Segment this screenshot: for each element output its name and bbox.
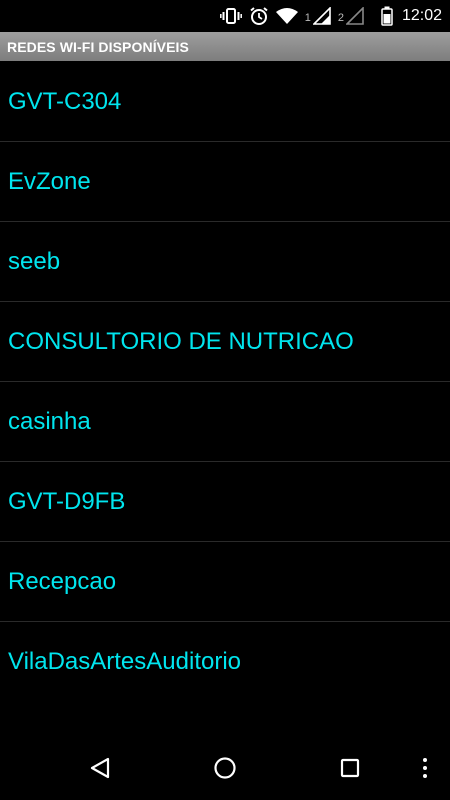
network-ssid: CONSULTORIO DE NUTRICAO	[8, 327, 354, 355]
clock: 12:02	[401, 7, 442, 24]
title-bar: REDES WI-FI DISPONÍVEIS	[0, 32, 450, 61]
recents-icon	[340, 758, 360, 778]
home-button[interactable]	[205, 748, 245, 788]
alarm-icon	[249, 6, 269, 26]
network-ssid: GVT-C304	[8, 87, 122, 115]
network-item[interactable]: VilaDasArtesAuditorio	[0, 622, 450, 702]
network-item[interactable]: Recepcao	[0, 542, 450, 622]
network-ssid: VilaDasArtesAuditorio	[8, 648, 242, 675]
network-ssid: seeb	[8, 247, 61, 275]
wifi-icon	[275, 7, 298, 25]
sim1-label: 1	[304, 12, 311, 24]
wifi-network-list: GVT-C304 EvZone seeb CONSULTORIO DE NUTR…	[0, 62, 450, 702]
back-icon	[90, 757, 110, 779]
signal-sim1-icon	[312, 7, 331, 25]
back-button[interactable]	[80, 748, 120, 788]
network-ssid: Recepcao	[8, 567, 117, 595]
network-item[interactable]: GVT-D9FB	[0, 462, 450, 542]
overflow-menu-button[interactable]	[405, 748, 445, 788]
network-item[interactable]: seeb	[0, 222, 450, 302]
overflow-menu-icon	[423, 758, 427, 778]
navigation-bar	[0, 736, 450, 800]
vibrate-icon	[219, 7, 242, 25]
network-ssid: GVT-D9FB	[8, 487, 126, 515]
page-title: REDES WI-FI DISPONÍVEIS	[7, 38, 189, 55]
home-icon	[214, 757, 236, 779]
network-ssid: EvZone	[8, 167, 91, 195]
network-ssid: casinha	[8, 407, 91, 435]
network-item[interactable]: EvZone	[0, 142, 450, 222]
signal-sim2-icon	[345, 7, 364, 25]
recents-button[interactable]	[330, 748, 370, 788]
network-item[interactable]: GVT-C304	[0, 62, 450, 142]
status-bar: 1 2 12:02	[0, 0, 450, 32]
network-item[interactable]: casinha	[0, 382, 450, 462]
network-item[interactable]: CONSULTORIO DE NUTRICAO	[0, 302, 450, 382]
sim2-label: 2	[337, 12, 344, 24]
status-icons: 1 2 12:02	[219, 0, 442, 32]
battery-icon	[381, 6, 393, 26]
